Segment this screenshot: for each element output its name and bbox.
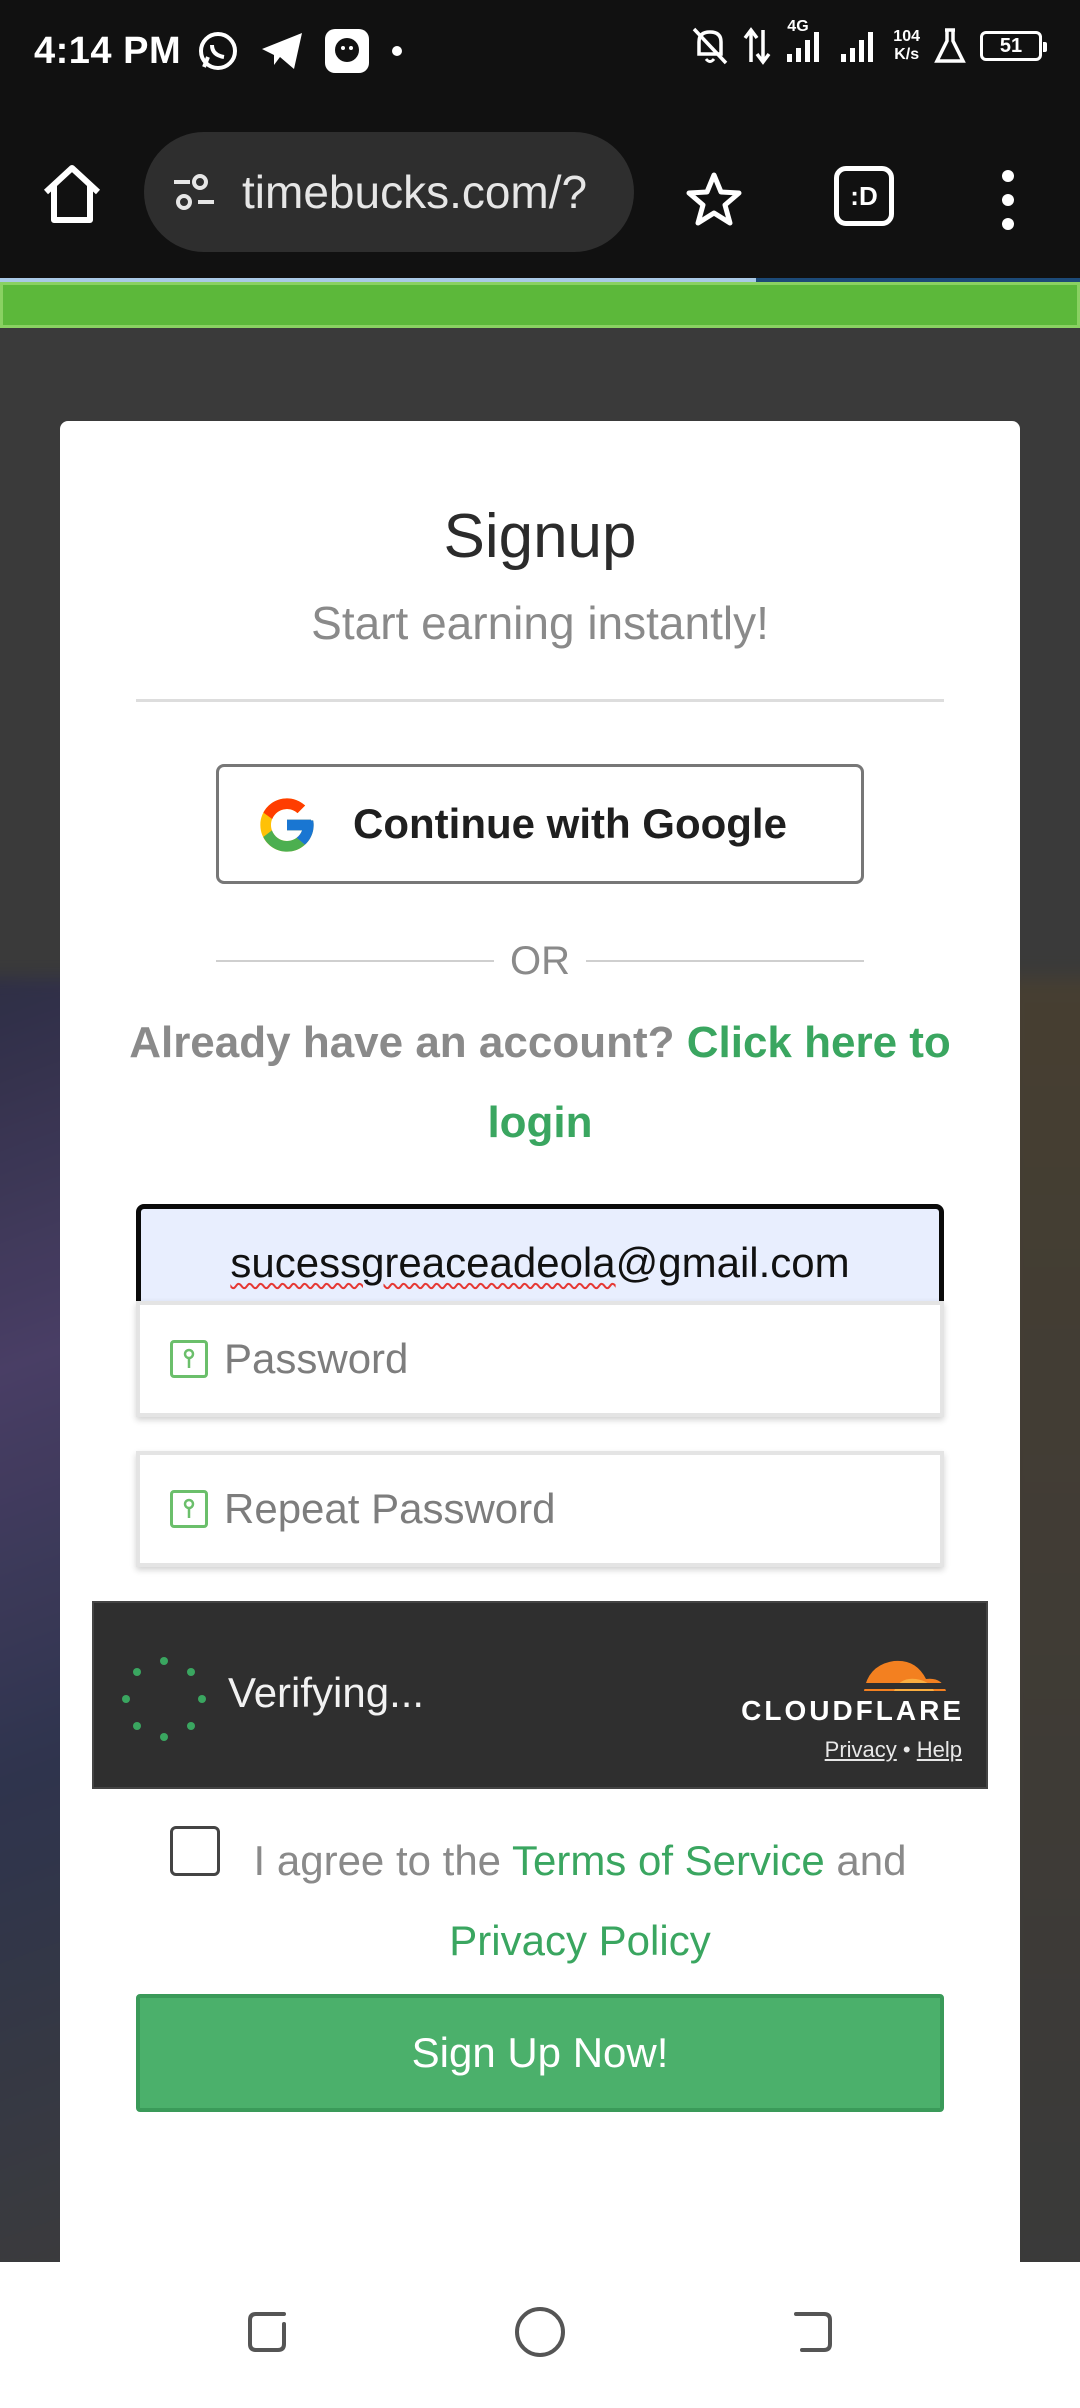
status-time: 4:14 PM [34,30,182,72]
net-speed-value: 104 [893,28,920,45]
bookmark-button[interactable] [684,170,744,230]
tab-switcher-button[interactable]: :D [834,166,894,226]
signal-icon: 4G [785,18,825,66]
password-placeholder: Password [224,1335,409,1382]
email-domain-part: @gmail.com [615,1238,850,1286]
home-nav-button[interactable] [510,2302,570,2362]
cloudflare-privacy-link[interactable]: Privacy [825,1737,897,1762]
already-account-text: Already have an account? [129,1018,675,1067]
agree-text: I agree to the Terms of Service and Priv… [220,1821,940,1981]
telegram-icon [260,31,304,71]
site-header-banner [0,282,1080,328]
battery-icon: 51 [980,31,1047,61]
modal-title: Signup [443,502,637,571]
modal-subtitle: Start earning instantly! [311,597,769,649]
signal-icon-2 [839,26,879,66]
lab-icon [934,27,966,65]
menu-dot-icon [1002,194,1014,206]
menu-dot-icon [1002,218,1014,230]
cloudflare-brand: CLOUDFLARE [741,1695,964,1726]
site-settings-icon[interactable] [170,172,218,212]
star-icon [686,172,742,226]
link-separator: • [902,1737,911,1762]
network-type: 4G [787,18,809,35]
home-button[interactable] [38,160,106,228]
address-bar[interactable]: timebucks.com/? [144,132,634,252]
or-line-left [216,960,494,962]
privacy-policy-link[interactable]: Privacy Policy [449,1917,710,1964]
browser-toolbar: timebucks.com/? :D [0,110,1080,278]
signup-modal: Signup Start earning instantly! Continue… [60,421,1020,2262]
data-transfer-icon [743,26,771,66]
app-icon [324,28,370,74]
net-speed-unit: K/s [894,46,920,63]
recents-icon [248,2312,286,2352]
continue-with-google-button[interactable]: Continue with Google [216,764,864,884]
dot-icon [390,44,404,58]
agree-prefix: I agree to the [253,1837,502,1884]
or-line-right [586,960,864,962]
url-text: timebucks.com/? [242,166,588,218]
agree-checkbox[interactable] [170,1826,220,1876]
or-separator: OR [216,931,864,991]
divider [136,699,944,702]
bell-off-icon [691,26,729,66]
spinner-icon [122,1657,206,1741]
whatsapp-icon [196,29,240,73]
login-prompt: Already have an account? Click here to l… [120,1003,960,1163]
password-field[interactable]: Password [136,1301,944,1417]
terms-of-service-link[interactable]: Terms of Service [512,1837,825,1884]
recents-button[interactable] [240,2302,300,2362]
status-bar: 4:14 PM 4G 104 K/s 51 [0,0,1080,110]
back-button[interactable] [780,2302,840,2362]
home-icon [43,165,101,223]
home-circle-icon [515,2307,565,2357]
notification-icons [196,28,404,74]
system-icons: 4G 104 K/s 51 [691,18,1047,66]
or-text: OR [510,938,570,983]
browser-menu-button[interactable] [988,164,1028,236]
email-misspelled-part: sucessgreaceadeola [230,1238,616,1286]
cloudflare-turnstile[interactable]: Verifying... CLOUDFLARE Privacy • Help [92,1601,988,1789]
verifying-status: Verifying... [228,1669,425,1716]
sign-up-button[interactable]: Sign Up Now! [136,1994,944,2112]
repeat-password-field[interactable]: Repeat Password [136,1451,944,1567]
cloudflare-links: Privacy • Help [825,1737,962,1763]
repeat-password-placeholder: Repeat Password [224,1485,556,1532]
back-icon [794,2312,832,2352]
web-page: Signup Start earning instantly! Continue… [0,278,1080,2262]
agree-and: and [836,1837,907,1884]
google-button-label: Continue with Google [353,800,787,847]
cloudflare-help-link[interactable]: Help [917,1737,962,1762]
key-icon [170,1490,208,1528]
net-speed: 104 K/s [893,28,920,64]
menu-dot-icon [1002,170,1014,182]
navigation-bar [0,2262,1080,2408]
key-icon [170,1340,208,1378]
